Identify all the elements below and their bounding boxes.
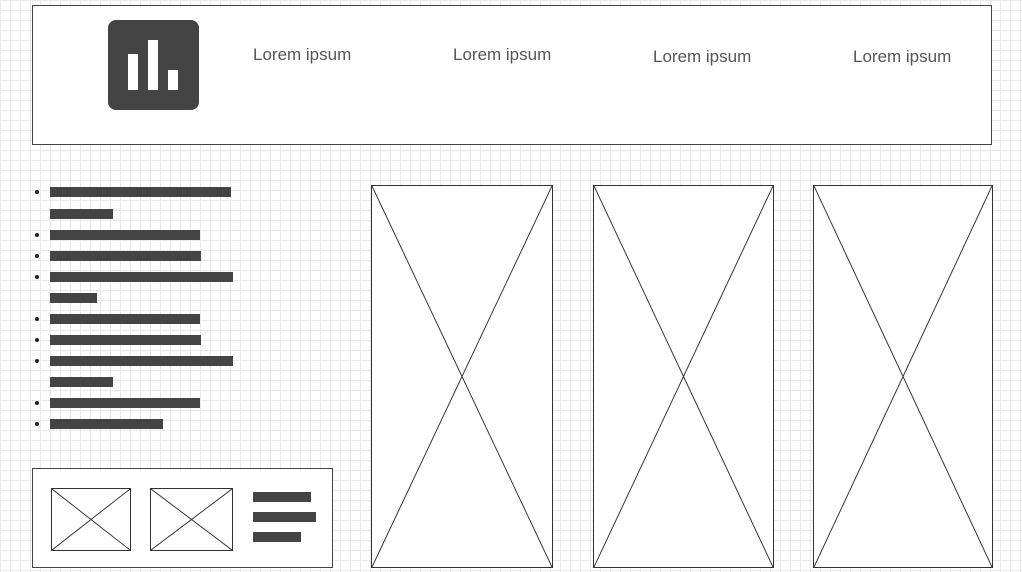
bullet-dot	[35, 233, 39, 237]
image-placeholder-icon	[52, 489, 130, 550]
bullet-dot	[35, 401, 39, 405]
nav-link-2[interactable]: Lorem ipsum	[453, 45, 551, 65]
bullet-dot	[35, 317, 39, 321]
bullet-dot	[35, 359, 39, 363]
bullet-dot	[35, 254, 39, 258]
thumbnail-placeholder-2[interactable]	[150, 488, 233, 551]
image-placeholder-2[interactable]	[593, 185, 774, 568]
text-line-placeholder	[253, 532, 301, 542]
bullet-dot	[35, 422, 39, 426]
text-line-placeholder	[50, 314, 200, 324]
text-line-placeholder	[50, 419, 163, 429]
thumbnail-placeholder-1[interactable]	[51, 488, 131, 551]
text-line-placeholder	[50, 272, 233, 282]
text-line-placeholder	[50, 335, 201, 345]
image-placeholder-icon	[594, 186, 773, 567]
image-placeholder-icon	[151, 489, 232, 550]
text-line-placeholder	[50, 187, 231, 197]
image-placeholder-icon	[372, 186, 552, 567]
text-line-placeholder	[50, 293, 97, 303]
image-placeholder-icon	[814, 186, 992, 567]
bullet-dot	[35, 275, 39, 279]
text-line-placeholder	[50, 230, 200, 240]
nav-link-4[interactable]: Lorem ipsum	[853, 47, 951, 67]
text-line-placeholder	[50, 251, 201, 261]
bullet-dot	[35, 190, 39, 194]
text-line-placeholder	[253, 512, 316, 522]
text-line-placeholder	[50, 356, 233, 366]
image-placeholder-3[interactable]	[813, 185, 993, 568]
image-placeholder-1[interactable]	[371, 185, 553, 568]
text-line-placeholder	[50, 398, 200, 408]
bullet-list	[0, 0, 340, 440]
text-line-placeholder	[253, 492, 311, 502]
text-line-placeholder	[50, 209, 113, 219]
bullet-dot	[35, 338, 39, 342]
text-line-placeholder	[50, 377, 113, 387]
nav-link-3[interactable]: Lorem ipsum	[653, 47, 751, 67]
